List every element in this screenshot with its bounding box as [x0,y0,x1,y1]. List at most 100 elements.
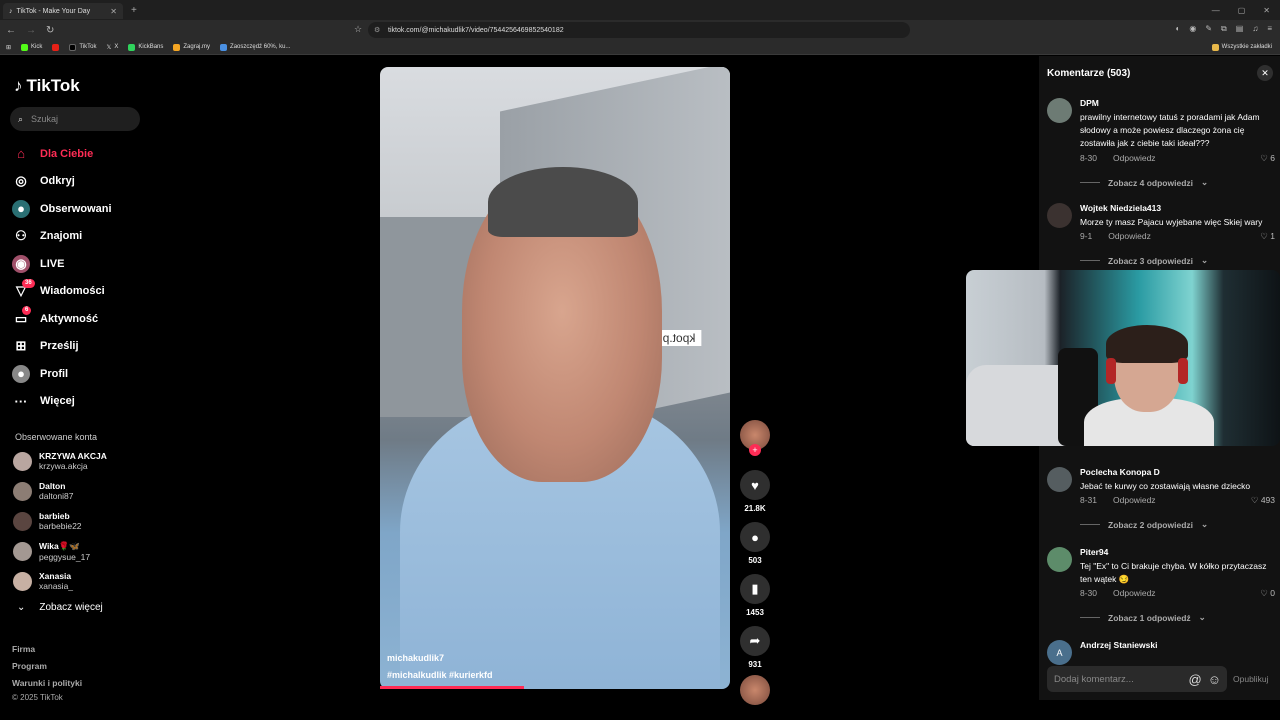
author-avatar-button[interactable]: + [738,420,772,456]
reload-icon[interactable]: ↻ [46,25,54,36]
comment-like-button[interactable]: ♡ 493 [1251,495,1275,506]
avatar[interactable] [1047,203,1072,228]
friends-icon: ⚇ [15,228,27,244]
nav-activity[interactable]: ▭ 6 Aktywność [12,305,148,333]
minimize-icon[interactable]: — [1212,6,1220,15]
comment-input[interactable]: Dodaj komentarz... @ ☺ [1047,666,1227,692]
video-progress-bar[interactable] [380,686,524,689]
followed-account[interactable]: Xanasia xanasia_ [13,571,73,591]
comment-like-button[interactable]: ♡ 6 [1260,153,1275,164]
url-field[interactable]: ⚙ tiktok.com/@michakudlik7/video/7544256… [368,22,910,38]
reply-button[interactable]: Odpowiedz [1113,153,1156,163]
see-more-button[interactable]: ⌄ Zobacz więcej [17,602,103,613]
apps-icon[interactable]: ⊞ [6,44,11,51]
close-window-icon[interactable]: ✕ [1263,6,1270,15]
emoji-icon[interactable]: ☺ [1208,672,1221,687]
bookmark-icon: ▮ [740,574,770,604]
view-replies-button[interactable]: Zobacz 1 odpowiedź ⌄ [1080,612,1206,623]
more-icon: ··· [14,393,28,409]
view-replies-button[interactable]: Zobacz 3 odpowiedzi ⌄ [1080,255,1208,266]
comment-meta: 8-30 Odpowiedz [1080,588,1156,598]
chevron-down-icon: ⌄ [1201,177,1209,187]
tiktok-logo[interactable]: ♪ TikTok [14,76,80,96]
avatar[interactable] [1047,467,1072,492]
bookmark-kickbans[interactable]: KickBans [128,43,163,51]
nav-messages[interactable]: ▽ 36 Wiadomości [12,278,148,306]
extension-icon[interactable]: ◉ [1189,24,1196,34]
reply-button[interactable]: Odpowiedz [1108,231,1151,241]
nav-upload[interactable]: ⊞ Prześlij [12,333,148,361]
comment-user[interactable]: Andrzej Staniewski [1080,640,1157,650]
followed-account[interactable]: barbieb barbebie22 [13,511,82,531]
footer-link-company[interactable]: Firma [12,644,35,654]
bookmark-star-icon[interactable]: ☆ [354,24,362,35]
browser-tab[interactable]: ♪ TikTok - Make Your Day ✕ [3,3,123,19]
comment-user[interactable]: Piter94 [1080,547,1108,557]
bookmark-tiktok[interactable]: TikTok [69,43,97,51]
reply-button[interactable]: Odpowiedz [1113,588,1156,598]
maximize-icon[interactable]: ▢ [1238,6,1246,15]
avatar[interactable] [1047,98,1072,123]
video-author[interactable]: michakudlik7 [387,653,444,663]
nav-for-you[interactable]: ⌂ Dla Ciebie [12,140,148,168]
sound-disc[interactable] [738,675,772,705]
publish-button[interactable]: Opublikuj [1233,674,1268,684]
nav-following[interactable]: ● Obserwowani [12,195,148,223]
bookmark-promo[interactable]: Zaoszczędź 60%, ku... [220,43,290,51]
comment-icon: ● [740,522,770,552]
extension-icon[interactable]: ✎ [1205,24,1212,34]
heart-icon: ♥ [740,470,770,500]
zagraj-icon [173,43,181,51]
video-hashtags[interactable]: #michalkudlik #kurierkfd [387,670,493,680]
comment-user[interactable]: DPM [1080,98,1099,108]
comment-user[interactable]: Wojtek Niedziela413 [1080,203,1161,213]
bookmark-x[interactable]: 𝕏X [107,44,119,51]
sidebar-icon[interactable]: ▤ [1236,24,1244,34]
view-replies-button[interactable]: Zobacz 2 odpowiedzi ⌄ [1080,519,1208,530]
comment-text: Morze ty masz Pajacu wyjebane więc Skiej… [1080,217,1263,227]
followed-account[interactable]: Wika🌹🦋 peggysue_17 [13,541,90,562]
reply-button[interactable]: Odpowiedz [1113,495,1156,505]
like-button[interactable]: ♥ 21.8K [738,470,772,513]
all-bookmarks[interactable]: Wszystkie zakładki [1211,43,1280,51]
comment-button[interactable]: ● 503 [738,522,772,565]
avatar[interactable]: A [1047,640,1072,665]
site-info-icon[interactable]: ⚙ [374,26,380,34]
close-icon[interactable]: ✕ [1257,65,1273,81]
view-replies-button[interactable]: Zobacz 4 odpowiedzi ⌄ [1080,177,1208,188]
media-icon[interactable]: ♫ [1252,24,1258,34]
extensions-icon[interactable]: ⧉ [1221,24,1227,34]
close-tab-icon[interactable]: ✕ [110,7,117,16]
comment-like-button[interactable]: ♡ 1 [1260,231,1275,242]
avatar [13,451,32,471]
nav-friends[interactable]: ⚇ Znajomi [12,223,148,251]
nav-live[interactable]: ◉ LIVE [12,250,148,278]
followed-account[interactable]: KRZYWA AKCJA krzywa.akcja [13,451,107,471]
footer-link-terms[interactable]: Warunki i polityki [12,678,82,688]
nav-profile[interactable]: ● Profil [12,360,148,388]
chevron-down-icon: ⌄ [17,602,26,613]
forward-icon[interactable]: → [26,25,36,36]
menu-icon[interactable]: ≡ [1267,24,1272,34]
video-player[interactable]: kpot.pl [380,67,730,689]
mention-icon[interactable]: @ [1189,672,1202,687]
nav-more[interactable]: ··· Więcej [12,388,148,416]
back-icon[interactable]: ← [6,25,16,36]
extension-icon[interactable]: ◐ [1176,24,1181,34]
new-tab-icon[interactable]: + [131,5,137,16]
bookmark-zagraj[interactable]: Zagraj.my [173,43,210,51]
follow-plus-icon[interactable]: + [749,444,761,456]
window-controls: — ▢ ✕ [1212,6,1280,15]
search-input[interactable]: ⌕ Szukaj [10,107,140,131]
webcam-overlay [966,270,1280,446]
avatar[interactable] [1047,547,1072,572]
share-button[interactable]: ➦ 931 [738,626,772,669]
footer-link-program[interactable]: Program [12,661,47,671]
comment-like-button[interactable]: ♡ 0 [1260,588,1275,599]
bookmark-kick[interactable]: Kick [21,43,42,51]
save-button[interactable]: ▮ 1453 [738,574,772,617]
comment-user[interactable]: Poclecha Konopa D [1080,467,1160,477]
bookmark-youtube[interactable] [52,43,60,51]
nav-explore[interactable]: ◎ Odkryj [12,168,148,196]
followed-account[interactable]: Dalton daltoni87 [13,481,74,501]
